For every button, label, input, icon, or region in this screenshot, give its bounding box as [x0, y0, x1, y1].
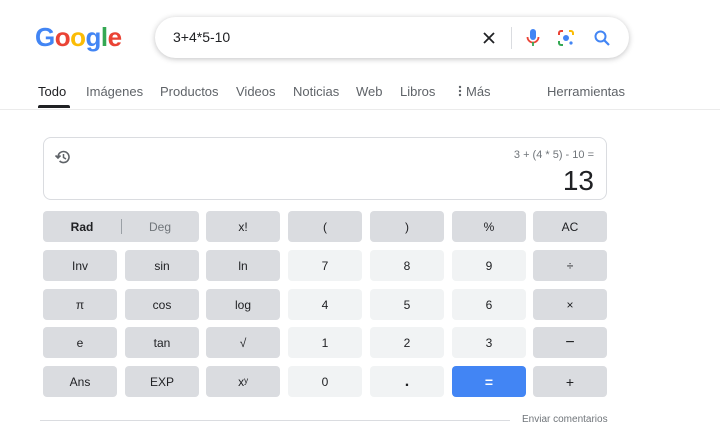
- tools-button[interactable]: Herramientas: [547, 83, 625, 101]
- active-tab-indicator: [38, 105, 70, 108]
- tab-videos[interactable]: Videos: [236, 83, 276, 101]
- pi-key[interactable]: π: [43, 289, 117, 320]
- inverse-key[interactable]: Inv: [43, 250, 117, 281]
- percent-key[interactable]: %: [452, 211, 526, 242]
- euler-key[interactable]: e: [43, 327, 117, 358]
- digit-1-key[interactable]: 1: [288, 327, 362, 358]
- logo-letter: l: [100, 22, 108, 52]
- digit-9-key[interactable]: 9: [452, 250, 526, 281]
- more-tab[interactable]: Más: [458, 83, 491, 101]
- clear-icon[interactable]: [478, 27, 500, 49]
- logo-letter: e: [107, 22, 122, 52]
- logo-letter: o: [54, 22, 71, 52]
- digit-6-key[interactable]: 6: [452, 289, 526, 320]
- logo-letter: G: [35, 22, 55, 52]
- minus-key[interactable]: −: [533, 327, 607, 358]
- cos-key[interactable]: cos: [125, 289, 199, 320]
- sin-key[interactable]: sin: [125, 250, 199, 281]
- tabs-divider: [0, 109, 720, 110]
- search-input[interactable]: 3+4*5-10: [173, 29, 230, 45]
- logo-letter: o: [70, 22, 86, 52]
- tab-productos[interactable]: Productos: [160, 83, 219, 101]
- exp-key[interactable]: EXP: [125, 366, 199, 397]
- equals-key[interactable]: =: [452, 366, 526, 397]
- calculator-result: 13: [562, 165, 594, 196]
- all-clear-key[interactable]: AC: [533, 211, 607, 242]
- power-key[interactable]: xʸ: [206, 366, 280, 397]
- tab-libros[interactable]: Libros: [400, 83, 435, 101]
- calculator-expression: 3 + (4 * 5) - 10 =: [513, 149, 594, 161]
- lens-icon[interactable]: [555, 27, 577, 49]
- digit-0-key[interactable]: 0: [288, 366, 362, 397]
- tab-web[interactable]: Web: [356, 83, 383, 101]
- feedback-link[interactable]: Enviar comentarios: [522, 414, 608, 425]
- rad-button[interactable]: Rad: [43, 211, 121, 242]
- digit-7-key[interactable]: 7: [288, 250, 362, 281]
- decimal-key[interactable]: .: [370, 366, 444, 397]
- digit-4-key[interactable]: 4: [288, 289, 362, 320]
- digit-3-key[interactable]: 3: [452, 327, 526, 358]
- more-vert-icon: [458, 85, 462, 97]
- close-paren-key[interactable]: ): [370, 211, 444, 242]
- logo-letter: g: [85, 22, 102, 52]
- tab-mas-label: Más: [466, 84, 491, 99]
- search-tabs: Todo Imágenes Productos Videos Noticias …: [0, 83, 720, 109]
- deg-button[interactable]: Deg: [121, 211, 199, 242]
- multiply-key[interactable]: ×: [533, 289, 607, 320]
- log-key[interactable]: log: [206, 289, 280, 320]
- search-box[interactable]: 3+4*5-10: [155, 17, 629, 58]
- google-logo[interactable]: Google: [35, 22, 122, 52]
- divide-key[interactable]: ÷: [533, 250, 607, 281]
- digit-8-key[interactable]: 8: [370, 250, 444, 281]
- tab-noticias[interactable]: Noticias: [293, 83, 339, 101]
- plus-key[interactable]: +: [533, 366, 607, 397]
- search-icon[interactable]: [591, 27, 613, 49]
- digit-2-key[interactable]: 2: [370, 327, 444, 358]
- answer-key[interactable]: Ans: [43, 366, 117, 397]
- open-paren-key[interactable]: (: [288, 211, 362, 242]
- factorial-key[interactable]: x!: [206, 211, 280, 242]
- sqrt-key[interactable]: √: [206, 327, 280, 358]
- tan-key[interactable]: tan: [125, 327, 199, 358]
- history-icon[interactable]: [54, 148, 72, 166]
- digit-5-key[interactable]: 5: [370, 289, 444, 320]
- calculator-display: 3 + (4 * 5) - 10 = 13: [43, 137, 607, 200]
- rad-deg-toggle[interactable]: Rad Deg: [43, 211, 199, 242]
- tab-imagenes[interactable]: Imágenes: [86, 83, 143, 101]
- microphone-icon[interactable]: [522, 27, 544, 49]
- tab-todo[interactable]: Todo: [38, 83, 66, 101]
- footer-divider: [40, 420, 510, 421]
- ln-key[interactable]: ln: [206, 250, 280, 281]
- search-divider: [511, 27, 512, 49]
